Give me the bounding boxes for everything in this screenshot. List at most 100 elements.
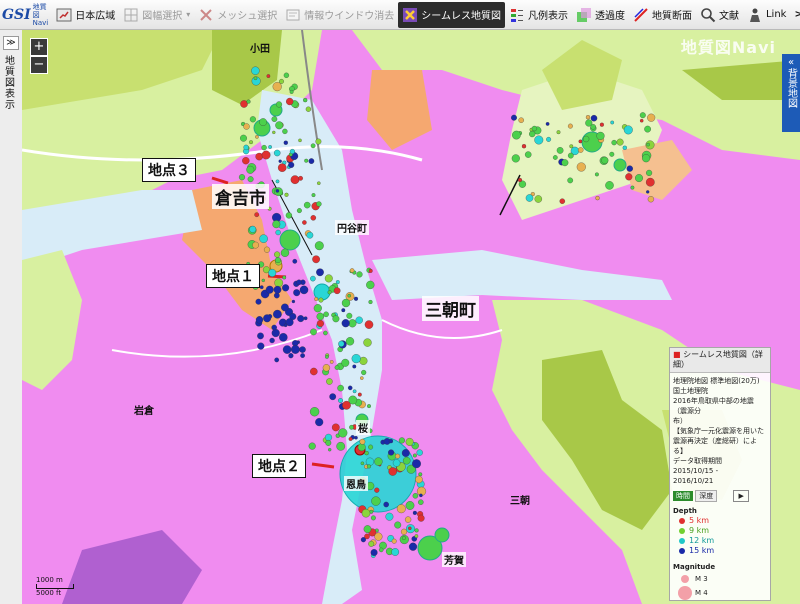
epicenter-dot	[388, 438, 394, 444]
epicenter-dot	[271, 116, 278, 122]
references-button[interactable]: 文献	[696, 2, 743, 28]
magnifier-icon	[700, 7, 716, 23]
epicenter-dot	[595, 195, 600, 201]
epicenter-dot	[293, 289, 301, 297]
epicenter-dot	[364, 320, 374, 329]
background-map-toggle[interactable]: « 背景地図	[782, 54, 800, 132]
gsi-logo[interactable]: GSI 地質図 Navi	[2, 2, 48, 28]
epicenter-dot	[630, 185, 635, 190]
more-button[interactable]: >>	[790, 2, 800, 28]
legend-line: データ取得期間	[673, 457, 722, 465]
epicenter-dot	[412, 459, 421, 469]
mesh-select-button[interactable]: メッシュ選択	[194, 2, 281, 28]
epicenter-dot	[337, 384, 344, 392]
epicenter-dot	[238, 174, 246, 181]
expand-panel-button[interactable]: ≫	[3, 36, 19, 50]
epicenter-dot	[385, 512, 394, 521]
sheet-select-button[interactable]: 図幅選択 ▾	[119, 2, 194, 28]
cross-section-icon	[633, 7, 649, 23]
epicenter-dot	[275, 179, 280, 184]
legend-line: 2015/10/15 -	[673, 467, 719, 475]
epicenter-dot	[309, 407, 320, 417]
car-icon: ■	[673, 350, 681, 359]
epicenter-dot	[416, 449, 423, 456]
epicenter-dot	[360, 537, 366, 543]
play-button[interactable]: ▶	[733, 490, 749, 502]
epicenter-dot	[303, 316, 308, 321]
epicenter-dot	[299, 346, 306, 353]
clear-info-window-button[interactable]: 情報ウインドウ消去	[281, 2, 398, 28]
depth-button[interactable]: 深度	[695, 490, 718, 502]
epicenter-dot	[646, 190, 650, 194]
epicenter-dot	[311, 193, 316, 198]
chevron-left-icon: «	[787, 57, 795, 68]
epicenter-dot	[357, 443, 366, 452]
epicenter-dot	[271, 328, 280, 338]
legend-button[interactable]: 凡例表示	[505, 2, 572, 28]
epicenter-dot	[310, 143, 316, 149]
grid-icon	[123, 7, 139, 23]
epicenter-dot	[567, 177, 574, 184]
time-button[interactable]: 時間	[673, 491, 693, 501]
legend-label: 凡例表示	[527, 11, 568, 22]
magnitude-title: Magnitude	[673, 563, 716, 571]
epicenter-dot	[274, 357, 280, 363]
scale-bar: 1000 m 5000 ft	[36, 576, 74, 597]
epicenter-dot	[346, 312, 353, 319]
background-map-label: 背景地図	[785, 68, 797, 108]
epicenter-dot	[327, 290, 332, 295]
epicenter-dot	[518, 117, 524, 123]
epicenter-dot	[360, 376, 364, 380]
epicenter-dot	[291, 299, 296, 304]
seamless-map-button[interactable]: シームレス地質図	[398, 1, 505, 28]
epicenter-dot	[282, 128, 288, 135]
epicenter-dot	[391, 548, 400, 556]
epicenter-dot	[328, 448, 332, 452]
epicenter-dot	[594, 172, 599, 177]
cross-section-button[interactable]: 地質断面	[629, 2, 696, 28]
epicenter-dot	[610, 120, 615, 125]
epicenter-dot	[314, 241, 324, 251]
epicenter-dot	[283, 140, 288, 145]
epicenter-dot	[647, 196, 655, 203]
epicenter-dot	[616, 138, 624, 146]
epicenter-dot	[582, 135, 590, 143]
epicenter-dot	[341, 319, 350, 328]
epicenter-dot	[249, 225, 257, 233]
epicenter-dot	[388, 467, 397, 476]
epicenter-dot	[310, 275, 316, 282]
epicenter-dot	[534, 135, 544, 145]
epicenter-dot	[246, 165, 255, 174]
epicenter-dot	[408, 542, 418, 551]
references-label: 文献	[718, 11, 739, 22]
epicenter-dot	[395, 453, 401, 459]
epicenter-dot	[331, 423, 340, 432]
epicenter-dot	[251, 66, 260, 75]
epicenter-dot	[599, 122, 604, 127]
opacity-button[interactable]: 透過度	[572, 2, 629, 28]
epicenter-dot	[341, 358, 350, 367]
epicenter-dot	[418, 499, 424, 505]
epicenter-dot	[310, 367, 318, 376]
japan-wide-button[interactable]: 日本広域	[52, 2, 119, 28]
scale-label-m: 1000 m	[36, 576, 63, 584]
seamless-map-icon	[402, 7, 418, 23]
opacity-icon	[576, 7, 592, 23]
epicenter-dot	[312, 255, 320, 264]
zoom-in-button[interactable]: +	[30, 38, 48, 56]
logo-text: GSI	[2, 6, 31, 23]
epicenter-dot	[366, 464, 371, 469]
epicenter-dot	[400, 528, 408, 535]
epicenter-dot	[310, 328, 317, 336]
epicenter-dot	[336, 441, 346, 451]
link-button[interactable]: Link	[743, 2, 790, 28]
map-view[interactable]: + − 地質図Navi « 背景地図 地点３ 地点１ 地点２ 倉吉市 三朝町 小…	[22, 30, 800, 604]
epicenter-dot	[259, 285, 264, 290]
epicenter-dot	[647, 113, 656, 122]
epicenter-dot	[275, 229, 281, 236]
epicenter-dot	[404, 516, 412, 523]
zoom-out-button[interactable]: −	[30, 56, 48, 74]
place-label-onbori: 恩鳥	[344, 476, 368, 491]
epicenter-dot	[338, 398, 343, 403]
epicenter-dot	[392, 459, 401, 467]
